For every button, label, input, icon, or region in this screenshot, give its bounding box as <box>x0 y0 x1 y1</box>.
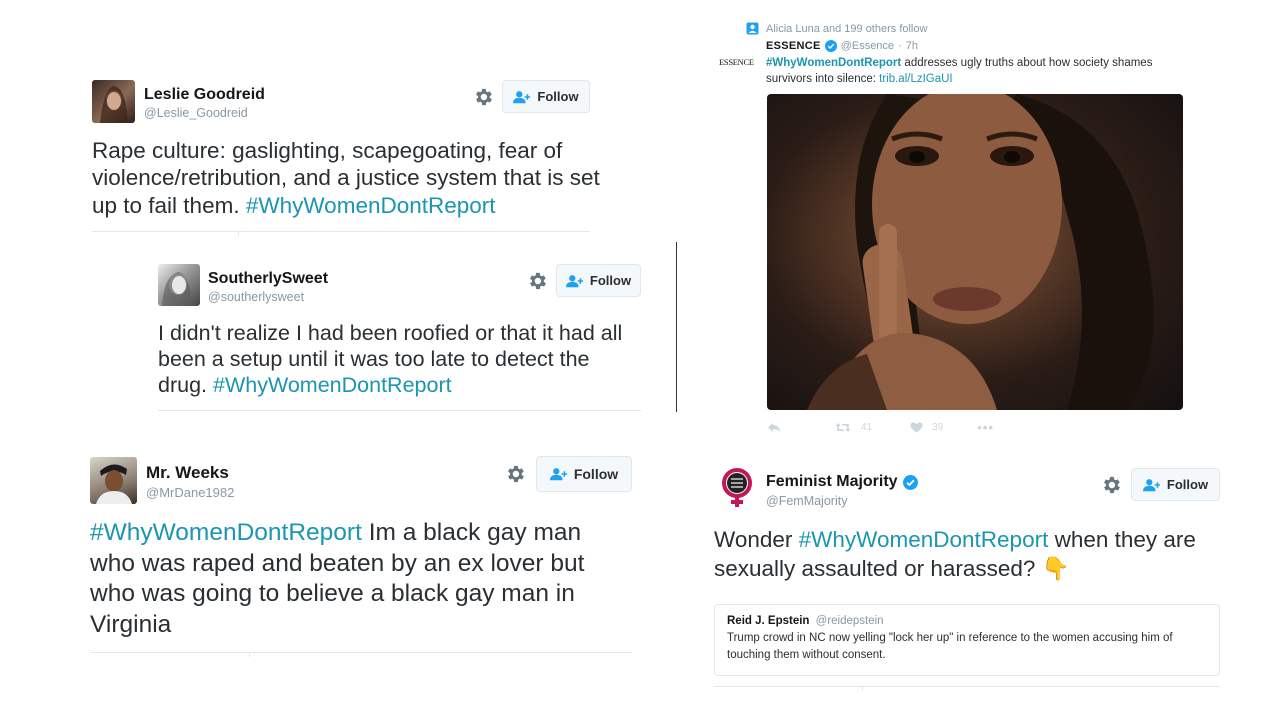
divider <box>90 652 632 653</box>
tweet-body: Wonder <box>714 527 799 552</box>
quoted-user-name[interactable]: Reid J. Epstein <box>727 615 809 627</box>
follow-button[interactable]: Follow <box>1131 468 1220 501</box>
gear-icon[interactable] <box>472 86 494 108</box>
social-context[interactable]: Alicia Luna and 199 others follow <box>766 23 927 35</box>
avatar[interactable] <box>158 264 200 306</box>
timestamp[interactable]: 7h <box>906 40 918 52</box>
add-user-icon <box>1142 478 1161 491</box>
quoted-header: Reid J. Epstein @reidepstein <box>727 615 1207 627</box>
retweet-icon[interactable] <box>835 422 851 433</box>
quoted-user-handle[interactable]: @reidepstein <box>816 615 884 627</box>
tweet-text: Wonder #WhyWomenDontReport when they are… <box>714 525 1220 584</box>
gear-icon[interactable] <box>504 463 526 485</box>
hashtag-link[interactable]: #WhyWomenDontReport <box>799 527 1049 552</box>
pointing-down-emoji: 👇 <box>1041 556 1070 582</box>
separator-dot: · <box>898 40 902 52</box>
user-name[interactable]: SoutherlySweet <box>208 270 328 288</box>
retweet-count: 41 <box>861 422 873 433</box>
gear-icon[interactable] <box>1100 474 1122 496</box>
tweet-text: I didn't realize I had been roofied or t… <box>158 320 638 399</box>
tweet-text: #WhyWomenDontReport addresses ugly truth… <box>766 56 1186 87</box>
hashtag-link[interactable]: #WhyWomenDontReport <box>246 193 496 218</box>
user-name[interactable]: Leslie Goodreid <box>144 86 265 104</box>
avatar[interactable] <box>92 80 135 123</box>
user-name[interactable]: Mr. Weeks <box>146 463 229 483</box>
user-handle[interactable]: @Leslie_Goodreid <box>144 106 248 120</box>
article-link[interactable]: trib.al/LzIGaUI <box>879 73 953 85</box>
quoted-text: Trump crowd in NC now yelling "lock her … <box>727 632 1173 661</box>
follow-button[interactable]: Follow <box>536 456 632 492</box>
follow-button[interactable]: Follow <box>556 264 641 297</box>
follow-button[interactable]: Follow <box>502 80 590 113</box>
user-name[interactable]: Feminist Majority <box>766 473 898 491</box>
hashtag-link[interactable]: #WhyWomenDontReport <box>766 57 901 69</box>
verified-icon <box>824 40 837 52</box>
follow-label: Follow <box>573 466 619 482</box>
user-handle[interactable]: @FemMajority <box>766 494 847 508</box>
follow-label: Follow <box>589 273 632 288</box>
tweet-photo[interactable] <box>767 94 1183 410</box>
divider-tick <box>238 231 239 236</box>
user-name[interactable]: ESSENCE <box>766 40 821 52</box>
avatar[interactable] <box>90 457 137 504</box>
user-handle[interactable]: @Essence <box>841 40 894 52</box>
divider <box>158 410 641 411</box>
divider <box>714 686 1220 687</box>
follow-label: Follow <box>1166 477 1209 492</box>
user-handle[interactable]: @southerlysweet <box>208 290 304 304</box>
hashtag-link[interactable]: #WhyWomenDontReport <box>213 373 452 397</box>
column-separator <box>676 242 677 412</box>
follow-label: Follow <box>537 89 579 104</box>
add-user-icon <box>513 90 531 103</box>
divider <box>92 231 590 232</box>
add-user-icon <box>565 274 584 287</box>
tweet-text: #WhyWomenDontReport Im a black gay man w… <box>90 518 630 641</box>
verified-icon <box>902 474 918 490</box>
avatar[interactable] <box>720 467 754 509</box>
essence-header: ESSENCE @Essence · 7h <box>766 40 918 52</box>
tweet-actions: 41 39 ••• <box>767 420 994 435</box>
tweet-text: Rape culture: gaslighting, scapegoating,… <box>92 137 602 219</box>
more-icon[interactable]: ••• <box>977 420 994 435</box>
essence-logo[interactable]: ESSENCE <box>719 57 754 67</box>
reply-icon[interactable] <box>767 422 781 433</box>
divider-tick <box>249 652 250 657</box>
user-handle[interactable]: @MrDane1982 <box>146 485 234 500</box>
like-icon[interactable] <box>910 422 923 433</box>
hashtag-link[interactable]: #WhyWomenDontReport <box>90 519 362 546</box>
quoted-tweet[interactable]: Reid J. Epstein @reidepstein Trump crowd… <box>714 604 1220 676</box>
divider-tick <box>862 686 863 691</box>
feminist-symbol-icon <box>722 468 752 507</box>
follow-context-icon <box>746 22 759 35</box>
woman-shushing-illustration <box>807 94 1154 410</box>
user-name-row: Feminist Majority <box>766 473 918 491</box>
like-count: 39 <box>932 422 944 433</box>
gear-icon[interactable] <box>526 270 548 292</box>
add-user-icon <box>549 468 567 481</box>
